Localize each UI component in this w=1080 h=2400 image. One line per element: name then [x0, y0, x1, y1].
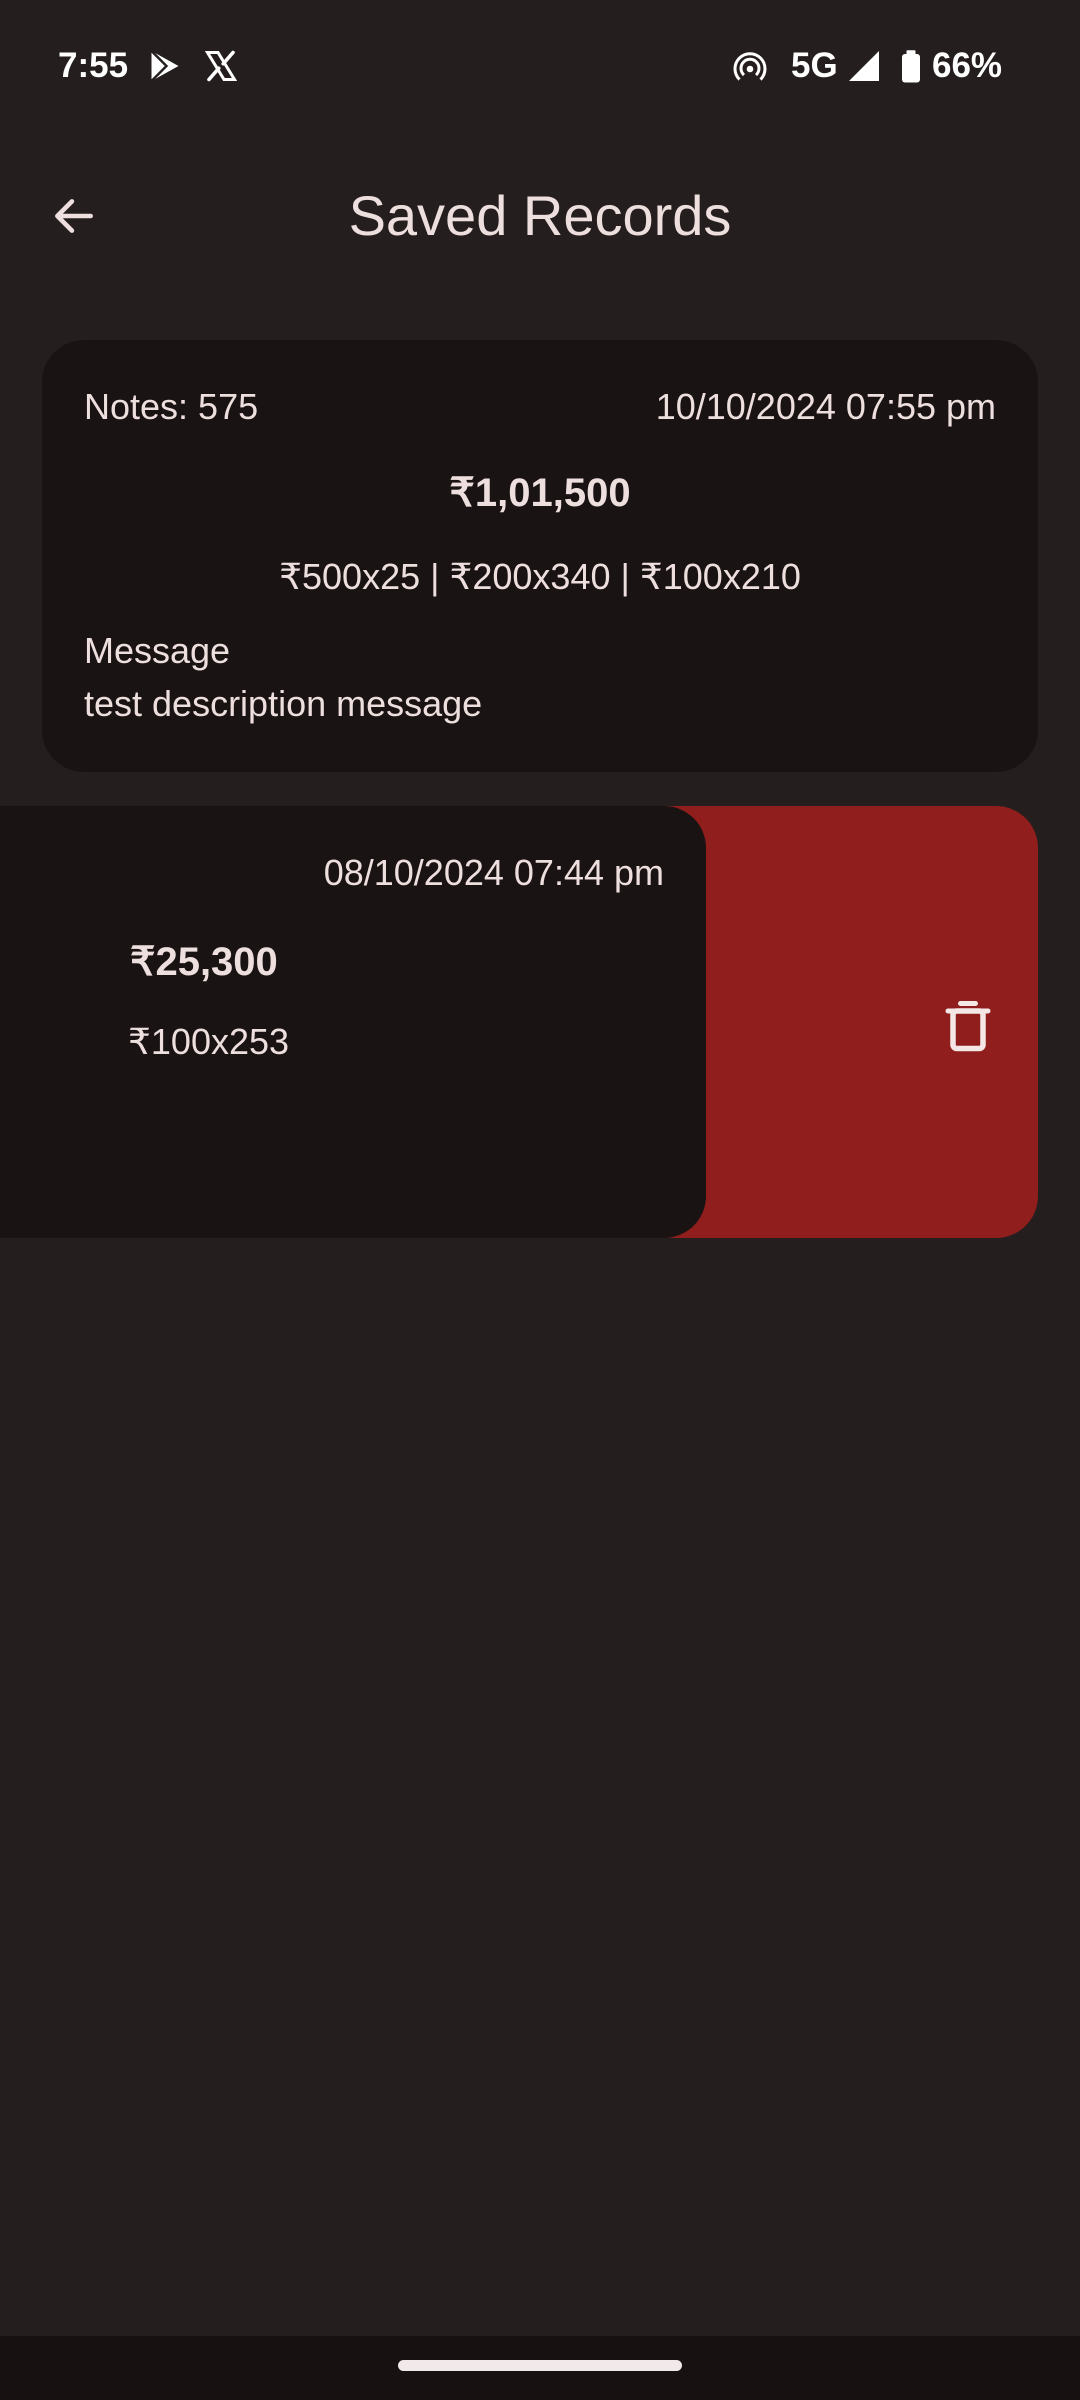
status-time: 7:55 [58, 46, 129, 85]
record-datetime: 10/10/2024 07:55 pm [655, 386, 996, 427]
record-amount: ₹25,300 [130, 940, 278, 984]
navigation-bar [0, 2336, 1080, 2400]
record-notes: Notes: 575 [84, 386, 259, 427]
trash-icon[interactable] [938, 996, 998, 1056]
hotspot-icon [733, 52, 767, 81]
home-indicator[interactable] [398, 2360, 682, 2371]
record-card[interactable]: Notes: 575 10/10/2024 07:55 pm ₹1,01,500… [42, 340, 1038, 772]
record-card[interactable]: 08/10/2024 07:44 pm ₹25,300 ₹100x253 [0, 806, 706, 1238]
page-title: Saved Records [348, 184, 732, 247]
battery-percentage: 66% [932, 46, 1003, 85]
signal-icon [849, 51, 879, 81]
record-breakdown: ₹500x25 | ₹200x340 | ₹100x210 [279, 556, 801, 597]
swipe-to-delete-row[interactable]: 08/10/2024 07:44 pm ₹25,300 ₹100x253 [0, 806, 1038, 1238]
record-message-label: Message [84, 630, 231, 671]
record-message: test description message [84, 683, 483, 724]
record-datetime: 08/10/2024 07:44 pm [323, 852, 664, 893]
network-type: 5G [791, 46, 838, 85]
status-bar: 7:55 5G 66% [0, 0, 1080, 130]
screen: 7:55 5G 66% Saved Records Notes: 575 10/… [0, 0, 1080, 2400]
x-logo-icon [204, 50, 238, 82]
play-store-icon [150, 50, 179, 82]
record-breakdown: ₹100x253 [128, 1021, 290, 1062]
record-amount: ₹1,01,500 [449, 471, 631, 515]
battery-icon [902, 50, 920, 83]
